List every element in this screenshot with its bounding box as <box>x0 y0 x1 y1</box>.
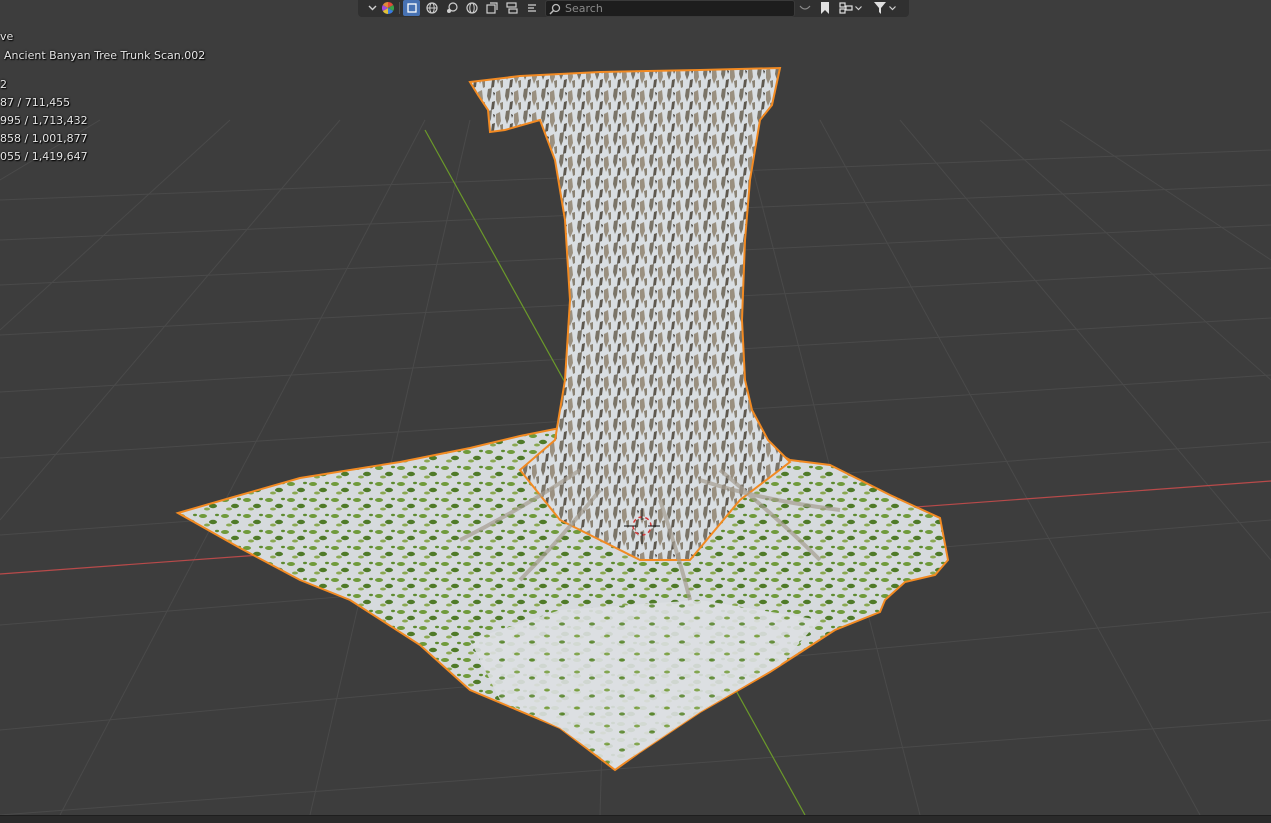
stats-object-name: Ancient Banyan Tree Trunk Scan.002 <box>4 49 206 62</box>
object-type-visibility-icon[interactable] <box>380 0 396 16</box>
chevron-down-icon <box>889 5 896 11</box>
globe-icon[interactable] <box>423 0 440 16</box>
viewport-header-toolbar <box>358 0 909 17</box>
bookmark-icon[interactable] <box>816 0 834 16</box>
stats-vertices: 87 / 711,455 <box>0 96 71 109</box>
search-input[interactable] <box>561 1 780 16</box>
chevron-down-icon <box>854 5 862 11</box>
filter-icon <box>874 2 886 14</box>
object-origin-icon[interactable] <box>443 0 460 16</box>
3d-viewport[interactable]: ve Ancient Banyan Tree Trunk Scan.002 2 … <box>0 0 1271 815</box>
stats-mode: ve <box>0 30 14 43</box>
stats-edges: 995 / 1,713,432 <box>0 114 88 127</box>
stats-faces: 858 / 1,001,877 <box>0 132 88 145</box>
globe-icon[interactable] <box>463 0 480 16</box>
chevron-down-icon[interactable] <box>366 0 378 16</box>
stats-triangles: 055 / 1,419,647 <box>0 150 88 163</box>
view-layer-icon <box>838 2 853 14</box>
viewport-scene <box>0 66 1271 815</box>
statistics-overlay: ve Ancient Banyan Tree Trunk Scan.002 2 … <box>0 0 205 163</box>
layers-icon[interactable] <box>503 0 520 16</box>
bone-icon[interactable] <box>523 0 540 16</box>
overlay-icon[interactable] <box>796 0 814 16</box>
search-field[interactable] <box>545 0 795 17</box>
layer-stack-icon[interactable] <box>483 0 500 16</box>
filter-dropdown[interactable] <box>870 0 900 16</box>
stats-objects: 2 <box>0 78 7 91</box>
select-box-icon[interactable] <box>403 0 420 16</box>
search-icon <box>546 3 561 15</box>
view-layer-dropdown[interactable] <box>836 0 864 16</box>
ground-mesh-lower <box>470 600 820 768</box>
